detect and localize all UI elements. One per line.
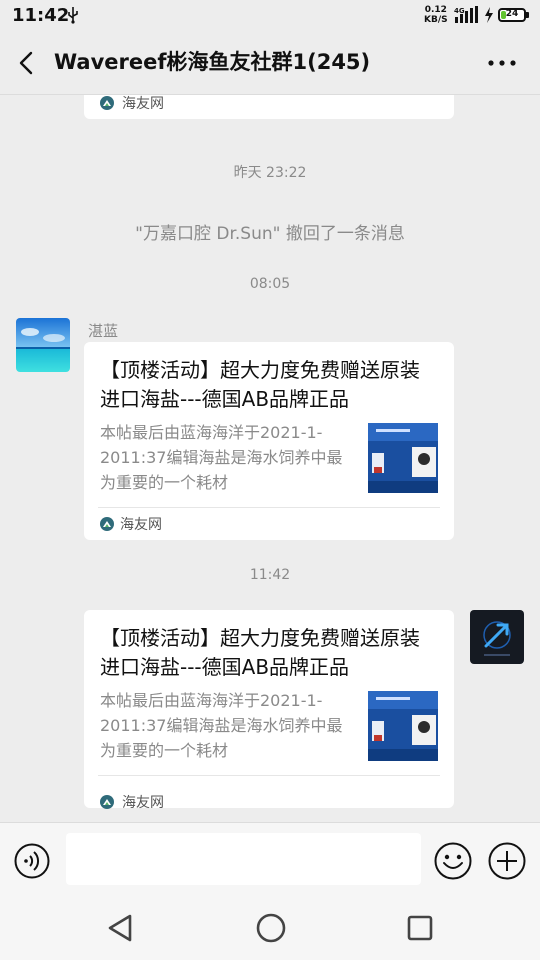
chat-title: Wavereef彬海鱼友社群1(245) bbox=[54, 50, 371, 74]
system-nav-bar bbox=[0, 898, 540, 960]
message-input[interactable] bbox=[66, 833, 421, 885]
battery-icon: 24 bbox=[498, 8, 526, 22]
link-card[interactable]: 【顶楼活动】超大力度免费赠送原装进口海盐---德国AB品牌正品 本帖最后由蓝海海… bbox=[84, 342, 454, 540]
link-card[interactable]: 【顶楼活动】超大力度免费赠送原装进口海盐---德国AB品牌正品 本帖最后由蓝海海… bbox=[84, 610, 454, 811]
card-thumbnail bbox=[368, 691, 438, 761]
chat-header: Wavereef彬海鱼友社群1(245) bbox=[0, 32, 540, 95]
nav-back-icon[interactable] bbox=[106, 912, 136, 944]
battery-cap bbox=[526, 12, 529, 18]
battery-level: 24 bbox=[505, 9, 519, 19]
card-description: 本帖最后由蓝海海洋于2021-1-2011:37编辑海盐是海水饲养中最为重要的一… bbox=[100, 691, 343, 760]
avatar[interactable] bbox=[16, 318, 70, 372]
source-name: 海友网 bbox=[120, 517, 162, 533]
sender-name: 湛蓝 bbox=[88, 322, 119, 340]
status-time: 11:42 bbox=[12, 5, 70, 26]
net-speed: 0.12 KB/S bbox=[424, 5, 448, 25]
timestamp: 昨天 23:22 bbox=[233, 165, 307, 181]
voice-icon[interactable] bbox=[14, 843, 50, 879]
charging-icon bbox=[485, 7, 493, 23]
card-thumbnail bbox=[368, 423, 438, 493]
status-bar: 11:42 0.12 KB/S 4G 24 bbox=[0, 0, 540, 32]
nav-recents-icon[interactable] bbox=[404, 912, 436, 944]
self-avatar[interactable] bbox=[470, 610, 524, 664]
emoji-icon[interactable] bbox=[434, 842, 472, 880]
signal-icon: 4G bbox=[454, 6, 478, 23]
source-name: 海友网 bbox=[122, 795, 164, 811]
previous-link-card[interactable]: 海友网 bbox=[84, 95, 454, 119]
source-name: 海友网 bbox=[122, 96, 164, 112]
card-description: 本帖最后由蓝海海洋于2021-1-2011:37编辑海盐是海水饲养中最为重要的一… bbox=[100, 423, 343, 492]
more-dots-icon[interactable] bbox=[486, 50, 518, 76]
usb-icon bbox=[68, 7, 78, 24]
input-bar bbox=[0, 822, 540, 899]
card-title: 【顶楼活动】超大力度免费赠送原装进口海盐---德国AB品牌正品 bbox=[100, 626, 420, 679]
source-logo-icon bbox=[100, 96, 114, 110]
message-list[interactable]: 海友网 昨天 23:22 "万嘉口腔 Dr.Sun" 撤回了一条消息 08:05… bbox=[0, 95, 540, 821]
card-title: 【顶楼活动】超大力度免费赠送原装进口海盐---德国AB品牌正品 bbox=[100, 358, 420, 411]
timestamp: 11:42 bbox=[249, 567, 291, 583]
card-divider bbox=[98, 507, 440, 508]
network-type-label: 4G bbox=[454, 7, 465, 15]
timestamp: 08:05 bbox=[249, 276, 291, 292]
source-logo-icon bbox=[100, 795, 114, 809]
nav-home-icon[interactable] bbox=[255, 912, 287, 944]
card-divider bbox=[98, 775, 440, 776]
plus-icon[interactable] bbox=[488, 842, 526, 880]
source-logo-icon bbox=[100, 517, 114, 531]
chevron-left-icon[interactable] bbox=[14, 50, 40, 76]
recall-notice: "万嘉口腔 Dr.Sun" 撤回了一条消息 bbox=[135, 224, 405, 244]
